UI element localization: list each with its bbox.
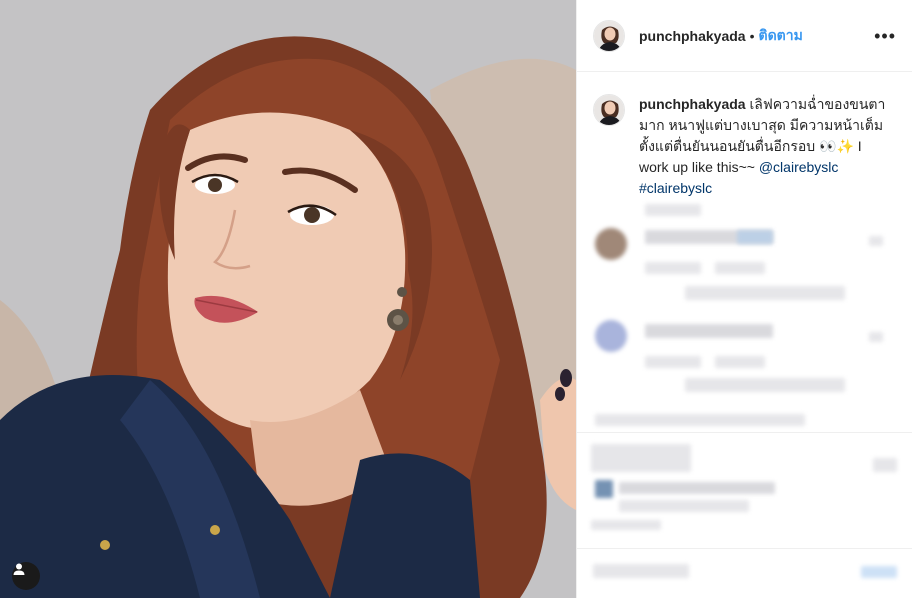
blurred-text [645,204,701,216]
caption-mention[interactable]: @clairebyslc [759,159,839,175]
avatar[interactable] [593,19,625,52]
comment-divider [577,548,912,549]
post-header: punchphakyada • ติดตาม ••• [577,0,912,72]
blurred-text [685,286,845,300]
caption-avatar-image [594,95,624,125]
post-photo[interactable] [0,0,576,598]
avatar-image [594,20,624,51]
caption-avatar[interactable] [593,94,625,126]
user-tag-icon [13,563,25,575]
selfie-image [0,0,576,598]
blurred-text [645,262,701,274]
post-comment-button[interactable] [861,566,897,578]
blurred-text [645,356,701,368]
user-tag-button[interactable] [12,562,40,590]
comment-avatar[interactable] [595,228,627,260]
blurred-text [737,230,773,244]
follow-button[interactable]: ติดตาม [759,25,803,47]
blurred-text [869,236,883,246]
bookmark-icon[interactable] [873,458,897,472]
blurred-text [645,324,773,338]
caption-username[interactable]: punchphakyada [639,96,746,112]
footer-divider [577,432,912,433]
blurred-text [715,356,765,368]
action-icons-row[interactable] [591,444,691,472]
blurred-text [685,378,845,392]
separator-dot: • [749,27,755,44]
blurred-text [619,482,775,494]
more-options-icon[interactable]: ••• [874,27,896,45]
blurred-text [595,414,805,426]
comment-avatar[interactable] [595,320,627,352]
header-username[interactable]: punchphakyada [639,28,746,44]
blurred-text [869,332,883,342]
comment-input[interactable] [593,564,689,578]
blurred-text [715,262,765,274]
caption-text: punchphakyada เลิฟความฉ่ำของขนตามาก หนาฟ… [639,94,889,199]
blurred-text [591,520,661,530]
post-sidebar: punchphakyada • ติดตาม ••• punchphakyada… [576,0,912,598]
caption-block: punchphakyada เลิฟความฉ่ำของขนตามาก หนาฟ… [577,72,912,199]
blurred-text [619,500,749,512]
caption-hashtag[interactable]: #clairebyslc [639,180,712,196]
liker-avatar[interactable] [595,480,613,498]
